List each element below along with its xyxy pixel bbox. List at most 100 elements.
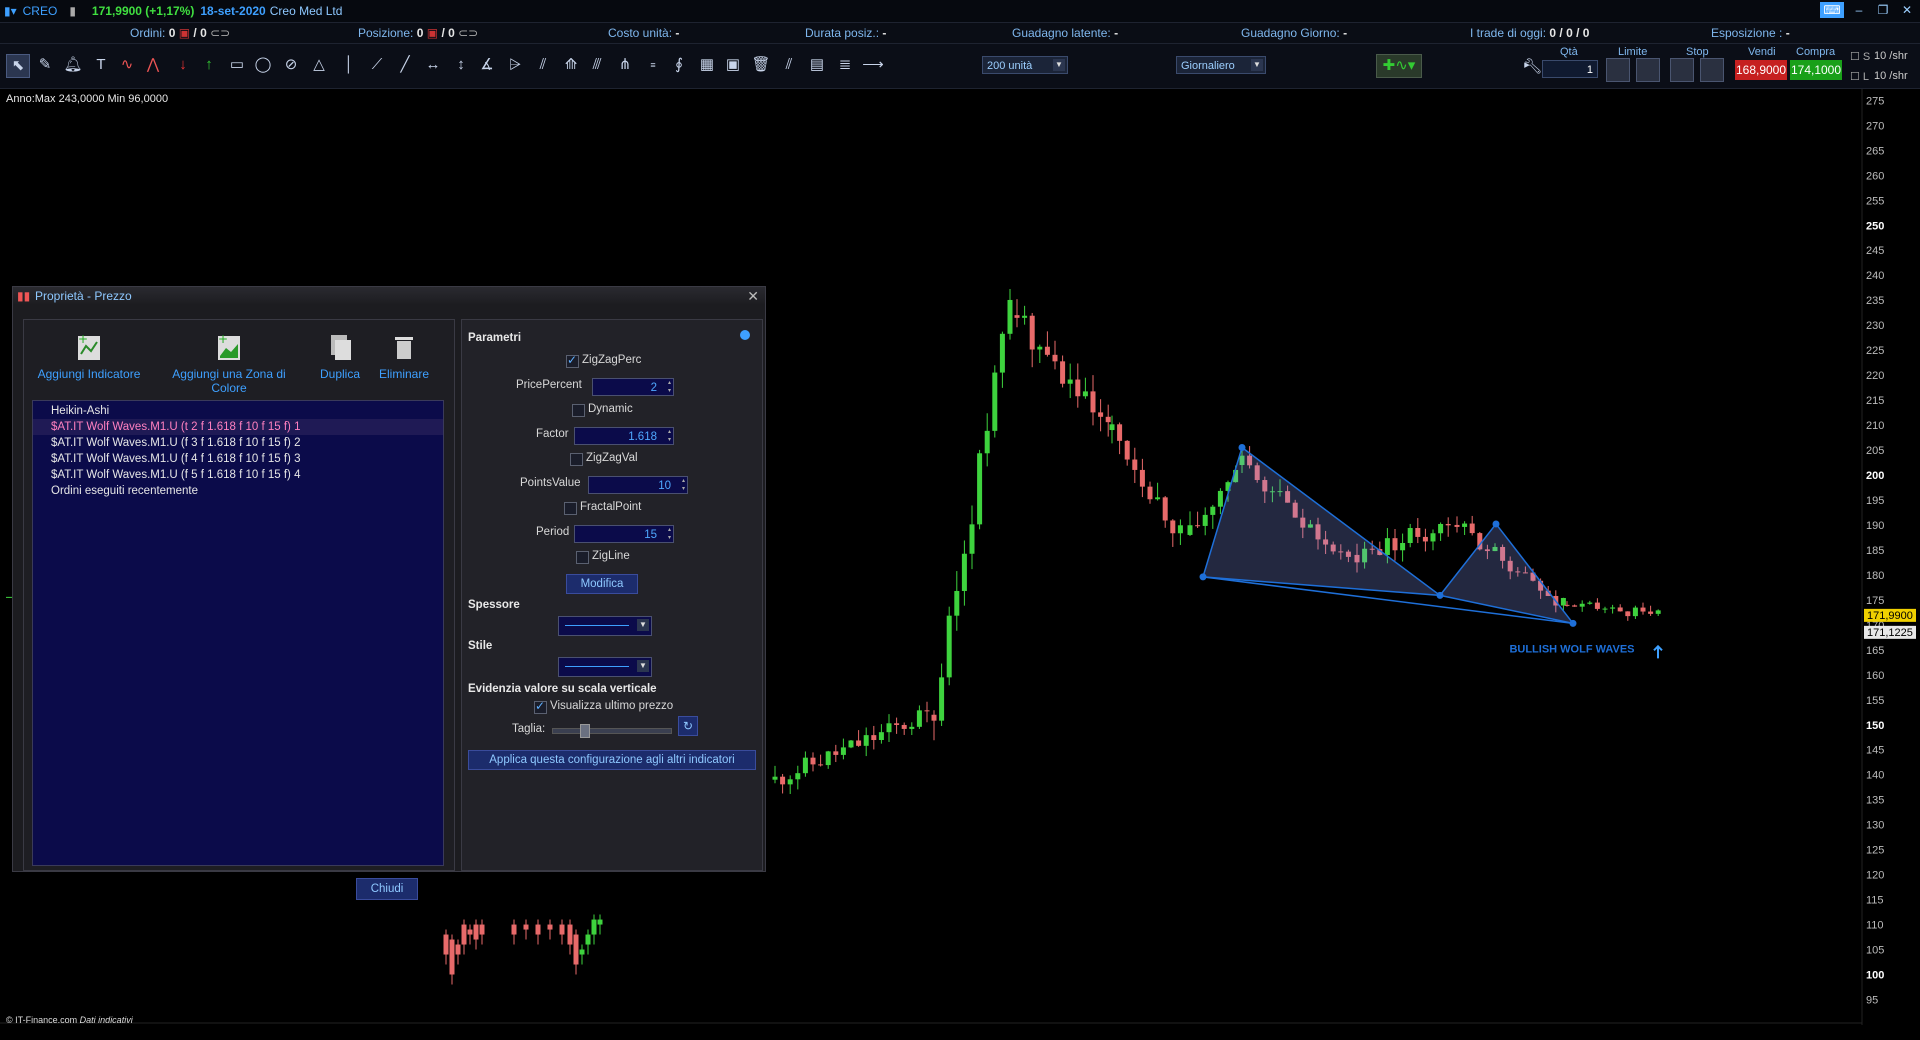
pitchfork-icon[interactable]: ⋔ xyxy=(614,54,636,76)
help-icon[interactable] xyxy=(740,330,750,340)
candle-body xyxy=(992,372,998,431)
chart-icon[interactable]: ▮▾ xyxy=(4,4,17,18)
ellipse-icon[interactable]: ◯ xyxy=(252,54,274,76)
apply-all-button[interactable]: Applica questa configurazione agli altri… xyxy=(468,750,756,770)
grid-icon[interactable]: ▦ xyxy=(696,54,718,76)
zigline-checkbox[interactable] xyxy=(576,551,589,564)
quantity-input[interactable]: 1 xyxy=(1542,60,1598,78)
measure-icon[interactable]: ↕ xyxy=(450,54,472,76)
keyboard-icon[interactable]: ⌨ xyxy=(1820,2,1844,18)
candle-body xyxy=(856,740,862,746)
ray-icon[interactable]: ↔ xyxy=(422,54,444,76)
fib-icon[interactable]: ⩥ xyxy=(504,54,526,76)
candle-body xyxy=(1430,533,1436,542)
pricepercent-input[interactable]: 2 xyxy=(592,378,674,396)
y-tick-label: 125 xyxy=(1866,845,1884,857)
add-indicator-button[interactable]: + Aggiungi Indicatore xyxy=(34,332,144,381)
reset-icon[interactable]: ↻ xyxy=(678,716,698,736)
spessore-select[interactable]: ▼ xyxy=(558,616,652,636)
period-select[interactable]: Giornaliero ▼ xyxy=(1176,56,1266,74)
tree-item[interactable]: $AT.IT Wolf Waves.M1.U (f 4 f 1.618 f 10… xyxy=(33,451,443,467)
tree-item[interactable]: $AT.IT Wolf Waves.M1.U (f 5 f 1.618 f 10… xyxy=(33,467,443,483)
wrench-icon[interactable]: 🔧︎ xyxy=(1522,56,1544,78)
units-select[interactable]: 200 unità ▼ xyxy=(982,56,1068,74)
buy-arrow-icon[interactable]: ↑ xyxy=(198,54,220,76)
taglia-slider[interactable] xyxy=(552,728,672,734)
stop-sell-icon[interactable] xyxy=(1700,58,1724,82)
triangle-icon[interactable]: △ xyxy=(308,54,330,76)
period-input[interactable]: 15 xyxy=(574,525,674,543)
dynamic-label: Dynamic xyxy=(588,403,633,415)
limit-sell-icon[interactable] xyxy=(1636,58,1660,82)
candle-body xyxy=(1132,459,1138,470)
visualizza-checkbox[interactable] xyxy=(534,699,547,714)
trash-icon[interactable]: 🗑︎ xyxy=(750,54,772,76)
stile-select[interactable]: ▼ xyxy=(558,657,652,677)
indicator-tree[interactable]: Heikin-Ashi $AT.IT Wolf Waves.M1.U (t 2 … xyxy=(32,400,444,866)
symbol-name[interactable]: CREO xyxy=(23,4,58,18)
clone-icon[interactable]: ⫽ xyxy=(778,54,800,76)
dynamic-checkbox[interactable] xyxy=(572,404,585,417)
sell-arrow-icon[interactable]: ↓ xyxy=(172,54,194,76)
y-tick-label: 155 xyxy=(1866,695,1884,707)
vertical-line-icon[interactable]: │ xyxy=(338,54,360,76)
angle-icon[interactable]: ∡ xyxy=(476,54,498,76)
gann-icon[interactable]: ⫻ xyxy=(586,54,608,76)
wave-icon[interactable]: ∿ xyxy=(116,54,138,76)
limite-label: Limite xyxy=(1618,46,1648,58)
limit-buy-icon[interactable] xyxy=(1606,58,1630,82)
fractalpoint-checkbox[interactable] xyxy=(564,502,577,515)
arrow-line-icon[interactable]: ⟶ xyxy=(862,54,884,76)
close-button[interactable]: ✕ xyxy=(1898,2,1916,18)
close-icon[interactable]: ✕ xyxy=(747,287,759,305)
info-icon[interactable]: ▮ xyxy=(69,4,76,18)
tree-item[interactable]: $AT.IT Wolf Waves.M1.U (f 3 f 1.618 f 10… xyxy=(33,435,443,451)
hatch-icon[interactable]: ▤ xyxy=(806,54,828,76)
minimize-button[interactable]: – xyxy=(1850,2,1868,18)
ratt-icon[interactable]: ≡ xyxy=(642,54,664,76)
channel-icon[interactable]: ⫽ xyxy=(532,54,554,76)
zigzag-icon[interactable]: ⋀ xyxy=(142,54,164,76)
stop-buy-icon[interactable] xyxy=(1670,58,1694,82)
candle-body xyxy=(1384,538,1390,555)
dialog-titlebar[interactable]: ▮▮ Proprietà - Prezzo ✕ xyxy=(13,287,765,305)
circle-icon[interactable]: ⊘ xyxy=(280,54,302,76)
sell-button[interactable]: 168,9000 xyxy=(1735,60,1787,80)
tree-item-selected[interactable]: $AT.IT Wolf Waves.M1.U (t 2 f 1.618 f 10… xyxy=(33,419,443,435)
duplicate-button[interactable]: Duplica xyxy=(316,332,364,381)
y-tick-label: 135 xyxy=(1866,795,1884,807)
fan-icon[interactable]: ⟰ xyxy=(560,54,582,76)
zigzagval-checkbox[interactable] xyxy=(570,453,583,466)
zigzagperc-checkbox[interactable] xyxy=(566,353,579,368)
indicator-menu-icon[interactable]: ✚∿▾ xyxy=(1376,54,1422,78)
pointsvalue-input[interactable]: 10 xyxy=(588,476,688,494)
candle-body xyxy=(473,924,479,940)
y-tick-label: 140 xyxy=(1866,770,1884,782)
short-toggle[interactable]: ☐ S xyxy=(1850,50,1870,63)
factor-input[interactable]: 1.618 xyxy=(574,427,674,445)
delete-button[interactable]: Eliminare xyxy=(374,332,434,381)
add-color-zone-button[interactable]: + Aggiungi una Zona di Colore xyxy=(154,332,304,395)
pencil-icon[interactable]: ✎ xyxy=(34,54,56,76)
taglia-slider-knob[interactable] xyxy=(580,724,590,738)
buy-button[interactable]: 174,1000 xyxy=(1790,60,1842,80)
tree-item[interactable]: Heikin-Ashi xyxy=(33,403,443,419)
long-toggle[interactable]: ☐ L xyxy=(1850,70,1869,83)
trendline-icon[interactable]: ⟋ xyxy=(366,54,388,76)
candle-body xyxy=(1109,424,1115,431)
candle-body xyxy=(795,773,801,780)
tree-item[interactable]: Ordini eseguiti recentemente xyxy=(33,483,443,499)
chiudi-button[interactable]: Chiudi xyxy=(356,878,418,900)
restore-button[interactable]: ❐ xyxy=(1874,2,1892,18)
bell-icon[interactable]: 🔔︎ xyxy=(62,54,84,76)
select-area-icon[interactable]: ▣ xyxy=(722,54,744,76)
line-icon[interactable]: ╱ xyxy=(394,54,416,76)
rectangle-icon[interactable]: ▭ xyxy=(226,54,248,76)
svg-text:+: + xyxy=(78,332,88,346)
retracement-icon[interactable]: ∮ xyxy=(668,54,690,76)
lines-icon[interactable]: ≣ xyxy=(834,54,856,76)
cursor-icon[interactable]: ⬉ xyxy=(6,54,30,78)
chevron-down-icon: ▼ xyxy=(1053,59,1065,71)
text-icon[interactable]: T xyxy=(90,54,112,76)
modifica-button[interactable]: Modifica xyxy=(566,574,638,594)
